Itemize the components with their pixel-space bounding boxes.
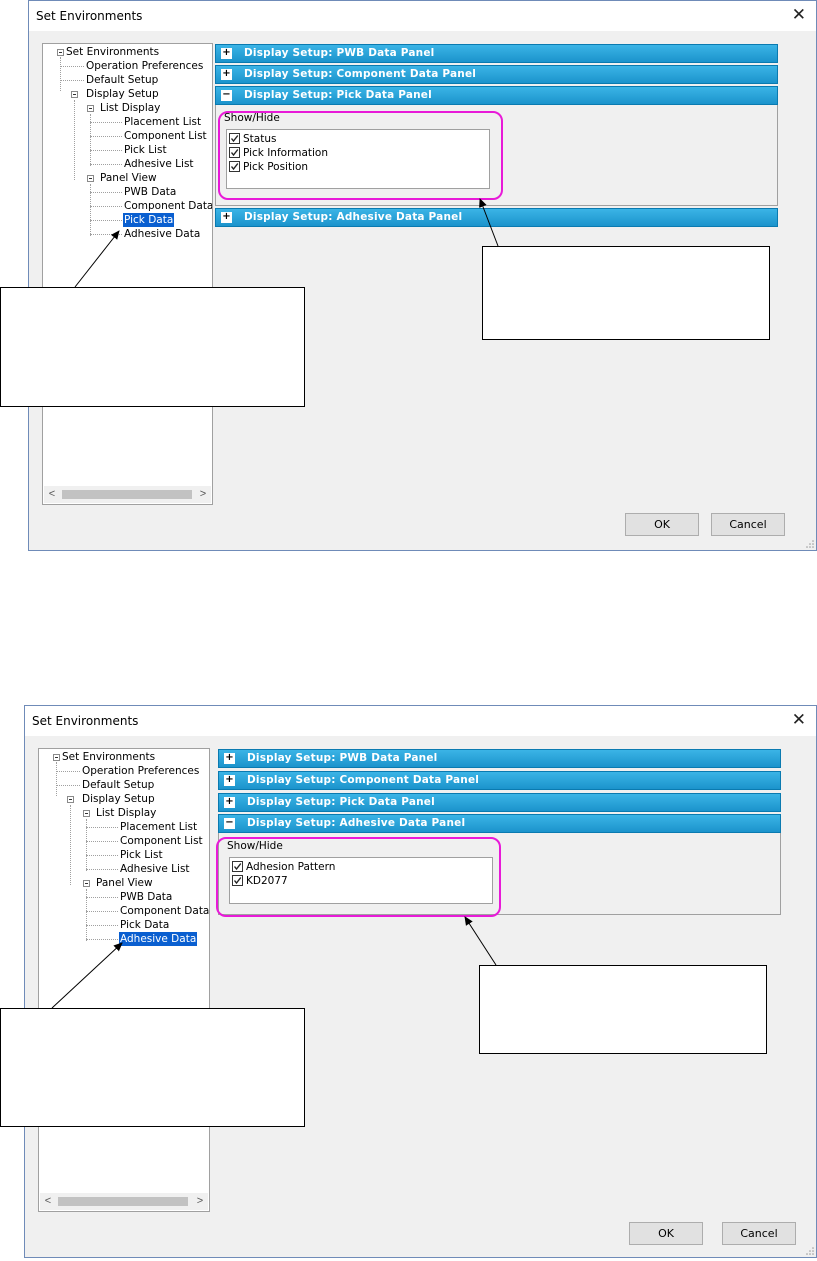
annotation-arrows <box>51 198 499 1009</box>
callout-arrow <box>479 198 499 247</box>
callout-arrow <box>51 942 123 1009</box>
callout-arrow <box>464 916 497 966</box>
callout-arrow <box>74 230 120 288</box>
